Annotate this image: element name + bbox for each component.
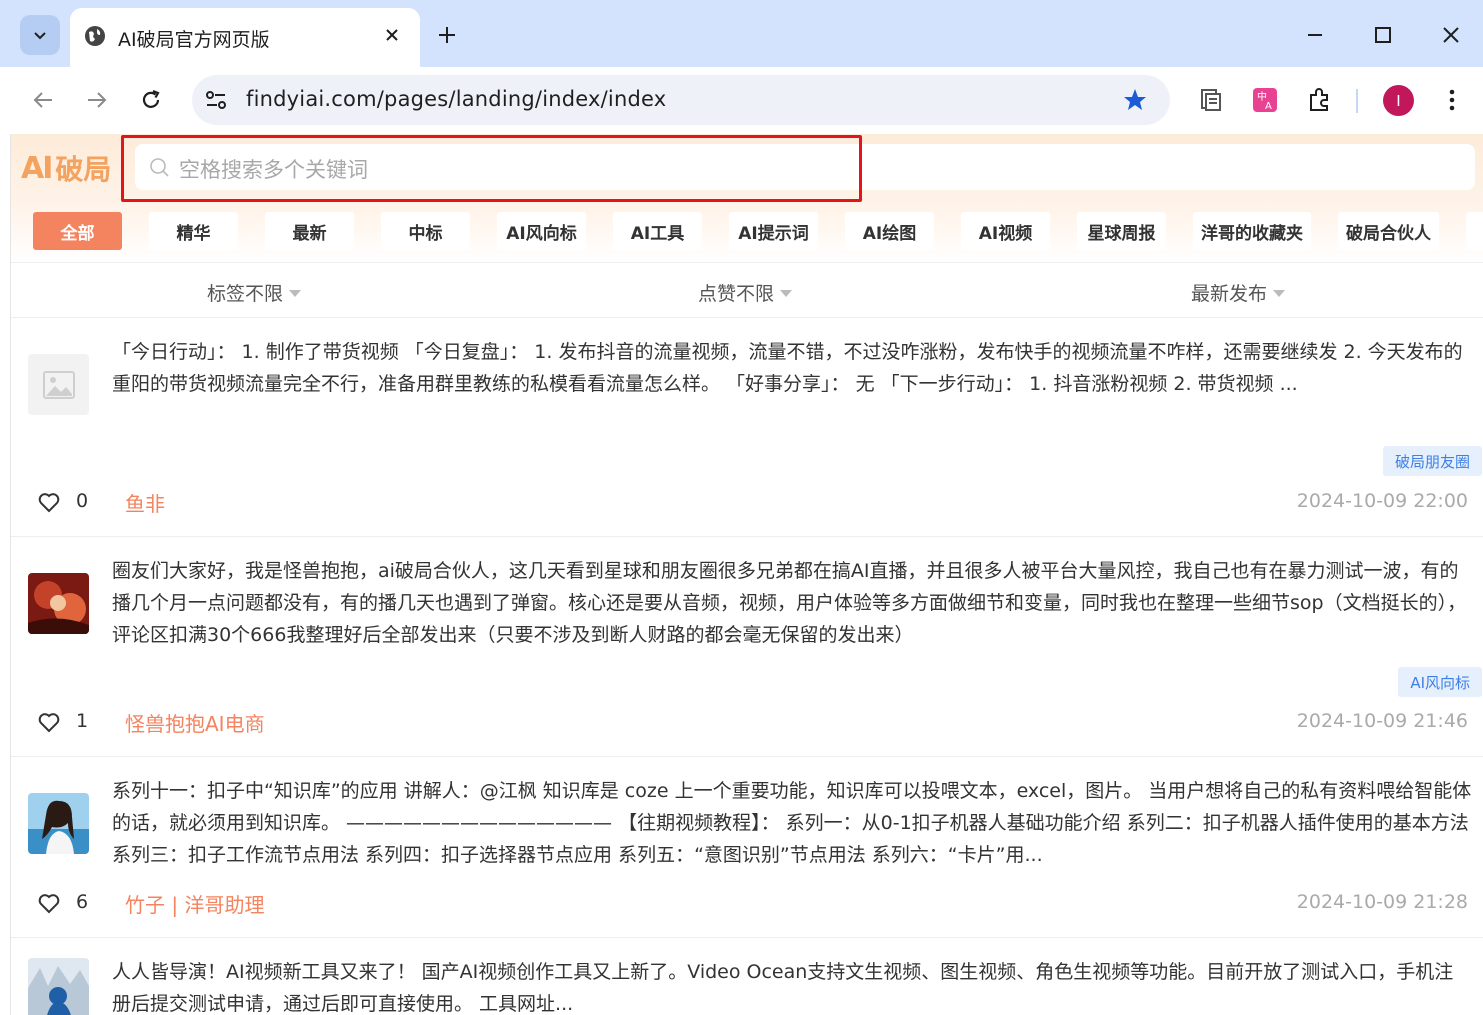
category-tabs: 全部 精华 最新 中标 AI风向标 AI工具 AI提示词 AI绘图 AI视频 星… <box>11 212 1483 252</box>
post-item[interactable]: 系列十一：扣子中“知识库”的应用 讲解人：@江枫 知识库是 coze 上一个重要… <box>11 757 1483 938</box>
post-time: 2024-10-09 21:28 <box>1296 891 1468 913</box>
url-text[interactable]: findyiai.com/pages/landing/index/index <box>246 87 666 111</box>
tab-ai-prompts[interactable]: AI提示词 <box>729 212 818 250</box>
avatar <box>28 958 89 1015</box>
site-logo[interactable]: AI 破局 <box>21 148 111 188</box>
logo-mark: AI <box>21 150 53 186</box>
post-text[interactable]: 圈友们大家好，我是怪兽抱抱，ai破局合伙人，这几天看到星球和朋友圈很多兄弟都在搞… <box>112 555 1472 651</box>
avatar <box>28 573 89 634</box>
post-time: 2024-10-09 22:00 <box>1296 490 1468 512</box>
new-tab-icon[interactable] <box>432 20 462 50</box>
translate-extension-icon[interactable]: 中A <box>1249 84 1281 116</box>
tab-featured[interactable]: 精华 <box>149 212 238 250</box>
avatar <box>28 793 89 854</box>
heart-icon[interactable] <box>37 490 61 514</box>
browser-tab-active[interactable]: AI破局官方网页版 <box>70 8 420 67</box>
page-content: AI 破局 空格搜索多个关键词 全部 精华 最新 中标 AI风向标 AI工具 A… <box>10 134 1483 1015</box>
tab-bid[interactable]: 中标 <box>381 212 470 250</box>
reload-icon[interactable] <box>135 84 167 116</box>
sort-dropdown[interactable]: 最新发布 <box>1191 279 1286 306</box>
extensions-puzzle-icon[interactable] <box>1304 84 1336 116</box>
tab-ai-tools[interactable]: AI工具 <box>613 212 702 250</box>
minimize-icon[interactable] <box>1300 20 1330 50</box>
tab-search-button[interactable] <box>20 15 60 55</box>
like-count: 6 <box>76 891 89 913</box>
post-author[interactable]: 鱼非 <box>125 488 165 517</box>
forward-arrow-icon[interactable] <box>81 84 113 116</box>
tab-partners[interactable]: 破局合伙人 <box>1338 212 1439 250</box>
window-close-icon[interactable] <box>1436 20 1466 50</box>
close-tab-icon[interactable] <box>380 23 404 47</box>
like-filter-label: 点赞不限 <box>698 283 775 305</box>
post-item[interactable]: 人人皆导演！AI视频新工具又来了！ 国产AI视频创作工具又上新了。Video O… <box>11 938 1483 1015</box>
tab-latest[interactable]: 最新 <box>265 212 354 250</box>
post-item[interactable]: 圈友们大家好，我是怪兽抱抱，ai破局合伙人，这几天看到星球和朋友圈很多兄弟都在搞… <box>11 537 1483 757</box>
tab-weekly[interactable]: 星球周报 <box>1077 212 1166 250</box>
tag-filter-dropdown[interactable]: 标签不限 <box>207 279 302 306</box>
post-time: 2024-10-09 21:46 <box>1296 710 1468 732</box>
search-highlight-annotation <box>121 135 862 202</box>
page-header: AI 破局 空格搜索多个关键词 全部 精华 最新 中标 AI风向标 AI工具 A… <box>11 134 1483 262</box>
post-text[interactable]: 「今日行动」： 1. 制作了带货视频 「今日复盘」： 1. 发布抖音的流量视频，… <box>112 336 1472 400</box>
toolbar-separator <box>1356 89 1358 113</box>
globe-icon <box>85 26 105 46</box>
post-tag[interactable]: 破局朋友圈 <box>1382 446 1482 476</box>
tab-ai-video[interactable]: AI视频 <box>961 212 1050 250</box>
sort-label: 最新发布 <box>1191 283 1268 305</box>
browser-toolbar: findyiai.com/pages/landing/index/index 中… <box>0 67 1483 134</box>
caret-down-icon <box>289 290 302 297</box>
maximize-icon[interactable] <box>1368 20 1398 50</box>
post-text[interactable]: 人人皆导演！AI视频新工具又来了！ 国产AI视频创作工具又上新了。Video O… <box>112 956 1472 1015</box>
caret-down-icon <box>1273 290 1286 297</box>
post-text[interactable]: 系列十一：扣子中“知识库”的应用 讲解人：@江枫 知识库是 coze 上一个重要… <box>112 775 1472 871</box>
filter-bar: 标签不限 点赞不限 最新发布 <box>11 262 1483 318</box>
address-bar[interactable]: findyiai.com/pages/landing/index/index <box>192 75 1170 125</box>
svg-text:A: A <box>1265 101 1272 112</box>
tab-ai-trends[interactable]: AI风向标 <box>497 212 586 250</box>
caret-down-icon <box>780 290 793 297</box>
heart-icon[interactable] <box>37 710 61 734</box>
logo-text: 破局 <box>55 153 112 186</box>
back-arrow-icon[interactable] <box>27 84 59 116</box>
tab-ai-drawing[interactable]: AI绘图 <box>845 212 934 250</box>
heart-icon[interactable] <box>37 891 61 915</box>
tab-more-partial[interactable] <box>1466 212 1483 250</box>
chevron-down-icon <box>34 32 46 40</box>
more-menu-icon[interactable] <box>1440 84 1464 116</box>
post-tag[interactable]: AI风向标 <box>1398 667 1482 697</box>
tab-all[interactable]: 全部 <box>33 212 122 250</box>
like-count: 1 <box>76 710 89 732</box>
site-settings-icon[interactable] <box>204 88 228 112</box>
post-author[interactable]: 怪兽抱抱AI电商 <box>125 708 265 737</box>
reading-list-icon[interactable] <box>1195 84 1227 116</box>
post-author[interactable]: 竹子 | 洋哥助理 <box>125 889 264 918</box>
placeholder-image-icon <box>28 354 89 415</box>
like-count: 0 <box>76 490 89 512</box>
profile-avatar[interactable]: I <box>1383 85 1414 116</box>
tab-favorites[interactable]: 洋哥的收藏夹 <box>1193 212 1311 250</box>
like-filter-dropdown[interactable]: 点赞不限 <box>698 279 793 306</box>
tab-title: AI破局官方网页版 <box>118 29 270 51</box>
tag-filter-label: 标签不限 <box>207 283 284 305</box>
post-item[interactable]: 「今日行动」： 1. 制作了带货视频 「今日复盘」： 1. 发布抖音的流量视频，… <box>11 318 1483 537</box>
browser-tab-strip: AI破局官方网页版 <box>0 0 1483 67</box>
bookmark-star-icon[interactable] <box>1122 87 1148 113</box>
